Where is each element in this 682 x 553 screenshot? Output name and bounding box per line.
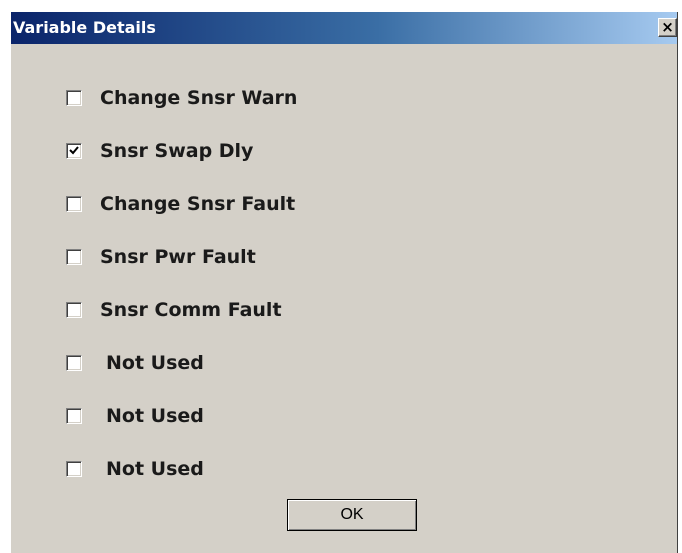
checkbox[interactable] [66, 249, 82, 265]
option-not-used-1[interactable]: Not Used [66, 351, 204, 375]
checkbox[interactable] [66, 355, 82, 371]
checkbox[interactable] [66, 461, 82, 477]
ok-button[interactable]: OK [287, 499, 417, 531]
option-label: Not Used [106, 458, 204, 480]
option-label: Snsr Swap Dly [100, 140, 254, 162]
option-label: Snsr Pwr Fault [100, 246, 256, 268]
option-not-used-3[interactable]: Not Used [66, 457, 204, 481]
title-bar[interactable]: Variable Details × [11, 12, 677, 44]
option-label: Change Snsr Warn [100, 87, 298, 109]
option-snsr-pwr-fault[interactable]: Snsr Pwr Fault [66, 245, 256, 269]
close-icon: × [661, 18, 674, 36]
checkbox[interactable] [66, 196, 82, 212]
option-label: Not Used [106, 405, 204, 427]
option-label: Not Used [106, 352, 204, 374]
option-snsr-comm-fault[interactable]: Snsr Comm Fault [66, 298, 282, 322]
option-label: Change Snsr Fault [100, 193, 296, 215]
checkmark-icon [69, 146, 79, 155]
option-change-snsr-warn[interactable]: Change Snsr Warn [66, 86, 297, 110]
option-snsr-swap-dly[interactable]: Snsr Swap Dly [66, 139, 253, 163]
checkbox[interactable] [66, 143, 82, 159]
option-change-snsr-fault[interactable]: Change Snsr Fault [66, 192, 295, 216]
window-title: Variable Details [13, 18, 156, 37]
option-label: Snsr Comm Fault [100, 299, 282, 321]
close-button[interactable]: × [658, 18, 677, 37]
option-not-used-2[interactable]: Not Used [66, 404, 204, 428]
checkbox[interactable] [66, 408, 82, 424]
checkbox[interactable] [66, 302, 82, 318]
checkbox[interactable] [66, 90, 82, 106]
variable-details-dialog: Variable Details × Change Snsr Warn Snsr… [10, 12, 678, 553]
